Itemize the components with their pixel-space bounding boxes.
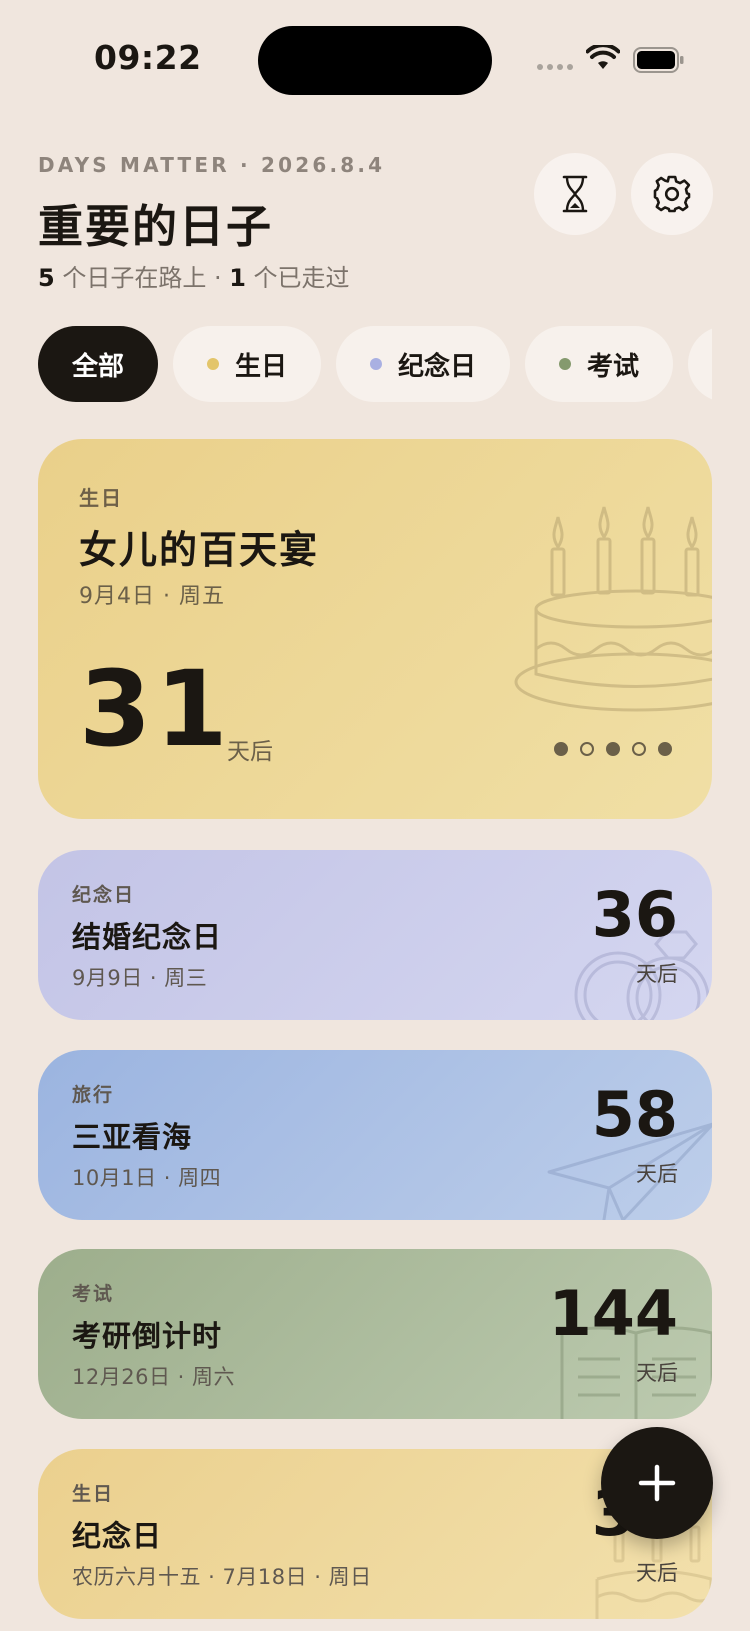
dot-icon [559, 358, 572, 370]
days-count: 144 [548, 1277, 678, 1350]
event-category: 生日 [79, 486, 123, 510]
status-time: 09:22 [94, 38, 202, 77]
event-card[interactable]: 旅行 三亚看海 10月1日 · 周四 58 天后 [38, 1050, 712, 1220]
event-date: 12月26日 · 周六 [72, 1365, 235, 1389]
event-date: 9月9日 · 周三 [72, 966, 208, 990]
days-unit: 天后 [636, 962, 678, 986]
event-title: 女儿的百天宴 [79, 528, 320, 572]
filter-chip-anniversary[interactable]: 纪念日 [336, 326, 511, 402]
hourglass-button[interactable] [534, 153, 616, 235]
filter-chip-label: 考试 [587, 351, 640, 382]
birthday-cake-icon [514, 506, 712, 712]
filter-chip-label: 纪念日 [398, 351, 477, 382]
page-dot[interactable] [632, 742, 646, 756]
days-unit: 天后 [636, 1162, 678, 1186]
event-category: 旅行 [72, 1084, 115, 1106]
page-dot[interactable] [658, 742, 672, 756]
settings-button[interactable] [631, 153, 713, 235]
dynamic-island [258, 26, 492, 95]
event-category: 生日 [72, 1483, 115, 1505]
filter-chip-label: 生日 [235, 351, 288, 382]
filter-chip-all[interactable]: 全部 [38, 326, 159, 402]
plus-icon [638, 1464, 676, 1502]
wifi-icon [586, 45, 620, 69]
page-title: 重要的日子 [38, 200, 274, 253]
featured-event-card[interactable]: 生日 女儿的百天宴 9月4日 · 周五 31 天后 [38, 439, 712, 819]
event-title: 结婚纪念日 [72, 920, 223, 954]
filter-chip-more[interactable] [688, 326, 712, 402]
event-date: 10月1日 · 周四 [72, 1166, 222, 1190]
event-category: 纪念日 [72, 884, 136, 906]
filter-chip-exam[interactable]: 考试 [525, 326, 674, 402]
days-unit: 天后 [227, 739, 273, 765]
status-bar: 09:22 [0, 0, 750, 120]
battery-icon [633, 47, 684, 73]
event-category: 考试 [72, 1283, 115, 1305]
cellular-signal-icon [537, 64, 573, 70]
add-event-button[interactable] [601, 1427, 713, 1539]
passed-count: 1 [229, 264, 246, 292]
event-date: 农历六月十五 · 7月18日 · 周日 [72, 1565, 372, 1589]
days-count: 58 [591, 1078, 678, 1151]
header-stats: 5 个日子在路上 · 1 个已走过 [38, 258, 350, 293]
upcoming-count: 5 [38, 264, 55, 292]
category-filter-bar: 全部 生日 纪念日 考试 [38, 326, 712, 402]
upcoming-text: 个日子在路上 · [54, 264, 230, 292]
gear-icon [653, 175, 691, 213]
event-title: 纪念日 [72, 1519, 163, 1553]
filter-chip-label: 全部 [72, 351, 125, 382]
page-dot[interactable] [606, 742, 620, 756]
days-unit: 天后 [636, 1361, 678, 1385]
dot-icon [207, 358, 220, 370]
days-unit: 天后 [636, 1561, 678, 1585]
event-card[interactable]: 纪念日 结婚纪念日 9月9日 · 周三 36 天后 [38, 850, 712, 1020]
page-dot[interactable] [580, 742, 594, 756]
header-subtitle: DAYS MATTER · 2026.8.4 [38, 153, 386, 177]
event-title: 考研倒计时 [72, 1319, 223, 1353]
event-title: 三亚看海 [72, 1120, 193, 1154]
passed-text: 个已走过 [245, 264, 350, 292]
event-date: 9月4日 · 周五 [79, 584, 225, 609]
page-indicator[interactable] [554, 742, 672, 756]
page-dot[interactable] [554, 742, 568, 756]
filter-chip-birthday[interactable]: 生日 [173, 326, 322, 402]
event-card[interactable]: 考试 考研倒计时 12月26日 · 周六 144 天后 [38, 1249, 712, 1419]
dot-icon [370, 358, 383, 370]
days-count: 36 [591, 878, 678, 951]
days-count: 31 [79, 648, 232, 770]
hourglass-icon [562, 175, 588, 213]
